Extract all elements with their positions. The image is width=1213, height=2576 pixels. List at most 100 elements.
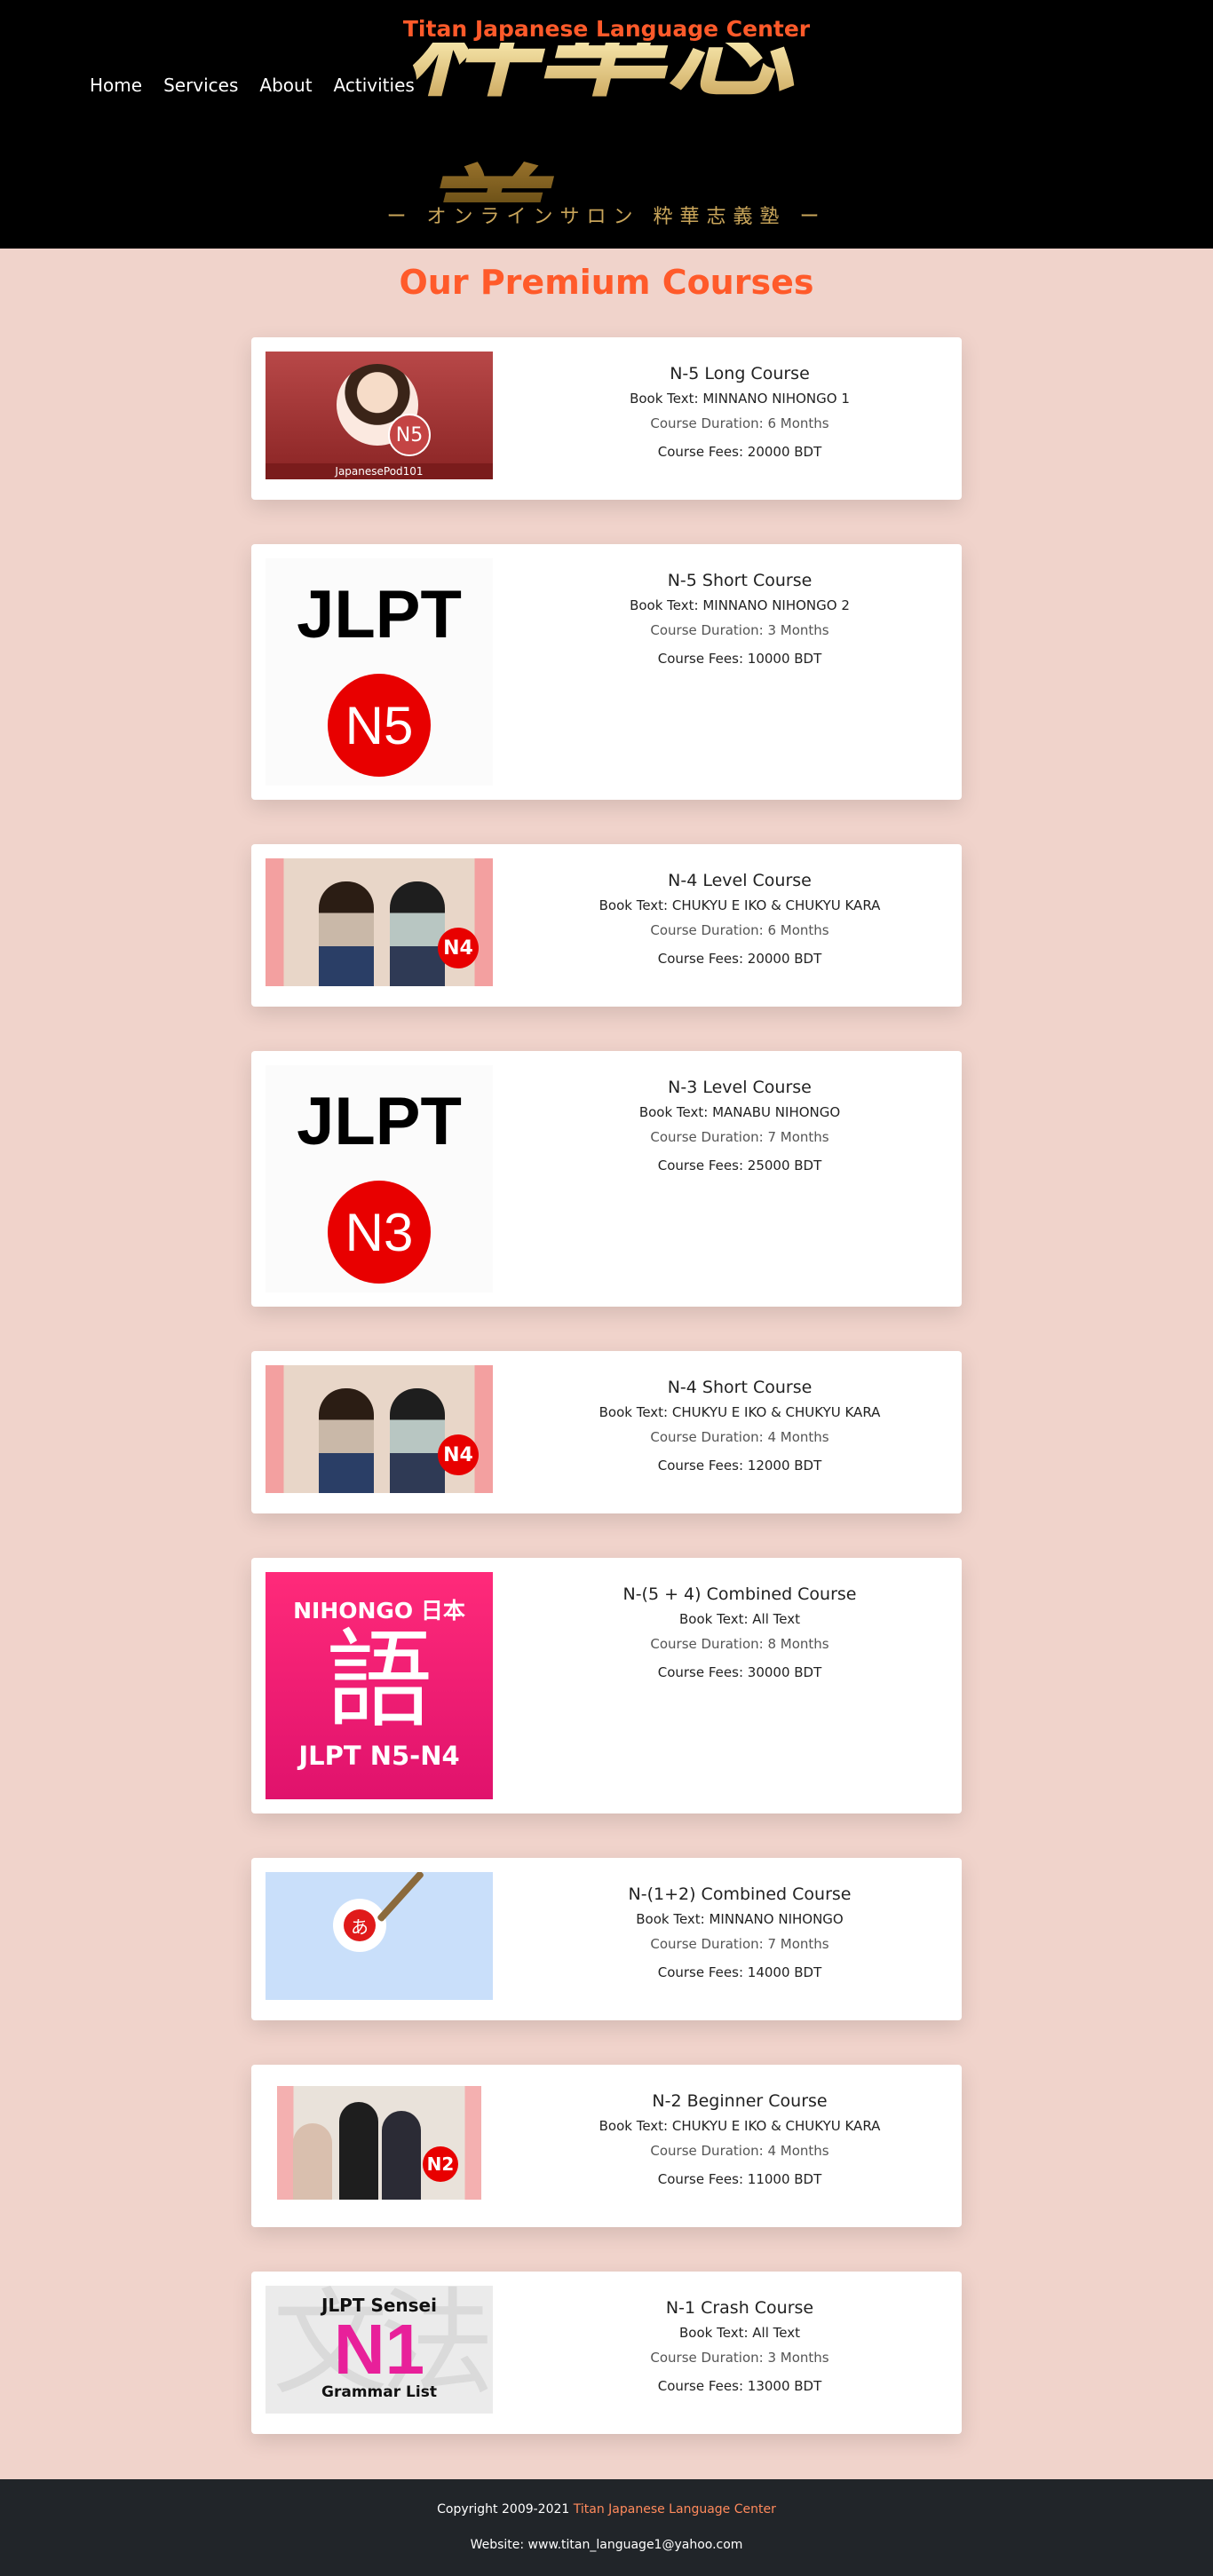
nav-about[interactable]: About [259,75,312,96]
course-list: N5 JapanesePod101 N-5 Long Course Book Text… [251,314,962,2434]
thumb-photo: N4 [266,1365,493,1493]
course-book: Book Text: CHUKYU E IKO & CHUKYU KARA [599,1404,881,1420]
hiragana-icon: あ [333,1899,386,1952]
course-book: Book Text: MANABU NIHONGO [638,1104,841,1120]
course-duration: Course Duration: 7 Months [650,1936,829,1952]
course-book: Book Text: MINNANO NIHONGO 1 [630,391,850,407]
person-figure [339,2102,378,2200]
course-title: N-1 Crash Course [665,2298,814,2318]
person-figure [319,1388,374,1493]
thumb-jlpt: JLPT N3 [266,1065,493,1292]
calligraphy-banner: 粋華志義 [407,43,877,202]
course-thumbnail: N5 JapanesePod101 [266,352,493,479]
thumb-photo: N4 [266,858,493,986]
course-info: N-2 Beginner Course Book Text: CHUKYU E I… [518,2091,962,2187]
course-thumbnail: N4 [266,1365,493,1493]
site-footer: Copyright 2009-2021 Titan Japanese Langu… [0,2479,1213,2576]
course-duration: Course Duration: 6 Months [650,415,829,431]
course-book: Book Text: CHUKYU E IKO & CHUKYU KARA [599,2118,881,2134]
course-title: N-4 Short Course [667,1378,813,1397]
course-book: Book Text: MINNANO NIHONGO [636,1911,844,1927]
person-figure [319,881,374,986]
thumb-jlpt-word: JLPT [297,577,462,652]
course-duration: Course Duration: 4 Months [650,1429,829,1445]
brush-icon [377,1872,425,1923]
thumb-text: JLPT N5-N4 [298,1741,460,1771]
course-book: Book Text: All Text [679,2325,800,2341]
level-badge: N4 [438,928,479,968]
course-info: N-4 Short Course Book Text: CHUKYU E IKO … [518,1378,962,1474]
course-fees: Course Fees: 11000 BDT [657,2171,822,2187]
course-thumbnail: NIHONGO 日本語 JLPT N5-N4 [266,1572,493,1799]
nav-home[interactable]: Home [90,75,142,96]
course-card[interactable]: N5 JapanesePod101 N-5 Long Course Book Text… [251,337,962,500]
course-card[interactable]: N2 N-2 Beginner Course Book Text: CHUKYU E… [251,2065,962,2227]
course-title: N-5 Short Course [667,571,813,590]
course-fees: Course Fees: 30000 BDT [657,1664,822,1680]
course-fees: Course Fees: 20000 BDT [657,444,822,460]
course-title: N-(1+2) Combined Course [628,1885,852,1904]
course-title: N-(5 + 4) Combined Course [622,1584,857,1604]
level-badge: N3 [328,1181,431,1284]
thumb-text: 語 [326,1619,432,1742]
thumb-brush: あ [266,1872,493,2000]
course-card[interactable]: 文法 JLPT Sensei N1 Grammar List N-1 Crash Cou… [251,2272,962,2434]
main-nav: Home Services About Activities [90,75,415,96]
course-fees: Course Fees: 25000 BDT [657,1158,822,1173]
thumb-jlpt-word: JLPT [297,1084,462,1159]
person-figure [390,1388,445,1493]
thumb-text: Grammar List [321,2383,437,2401]
course-info: N-3 Level Course Book Text: MANABU NIHONG… [518,1078,962,1173]
copyright-prefix: Copyright 2009-2021 [437,2502,570,2517]
course-card[interactable]: あ N-(1+2) Combined Course Book Text: MINNA… [251,1858,962,2020]
level-badge: N5 [388,414,431,456]
course-thumbnail: 文法 JLPT Sensei N1 Grammar List [266,2286,493,2414]
course-fees: Course Fees: 10000 BDT [657,651,822,667]
copyright-line: Copyright 2009-2021 Titan Japanese Langu… [0,2502,1213,2517]
calligraphy-text: 粋華志義 [407,0,797,308]
thumb-jlpt-sensei: 文法 JLPT Sensei N1 Grammar List [266,2286,493,2414]
level-badge: N5 [328,674,431,777]
course-fees: Course Fees: 20000 BDT [657,951,822,967]
level-badge: N4 [438,1434,479,1475]
person-figure [390,881,445,986]
copyright-link[interactable]: Titan Japanese Language Center [574,2502,776,2517]
thumb-nihongo: NIHONGO 日本語 JLPT N5-N4 [266,1572,493,1799]
course-info: N-1 Crash Course Book Text: All Text Cours… [518,2298,962,2394]
site-header: Titan Japanese Language Center Home Serv… [0,0,1213,249]
course-card[interactable]: JLPT N3 N-3 Level Course Book Text: MANABU … [251,1051,962,1307]
course-book: Book Text: CHUKYU E IKO & CHUKYU KARA [599,897,881,913]
course-title: N-5 Long Course [670,364,810,383]
course-duration: Course Duration: 4 Months [650,2143,829,2159]
course-thumbnail: N4 [266,858,493,986]
course-thumbnail: JLPT N5 [266,558,493,786]
course-title: N-2 Beginner Course [652,2091,828,2111]
course-card[interactable]: N4 N-4 Short Course Book Text: CHUKYU E IK… [251,1351,962,1513]
thumb-caption: JapanesePod101 [266,463,493,479]
course-duration: Course Duration: 3 Months [650,622,829,638]
course-book: Book Text: MINNANO NIHONGO 2 [630,597,850,613]
course-card[interactable]: NIHONGO 日本語 JLPT N5-N4 N-(5 + 4) Combined … [251,1558,962,1813]
course-info: N-4 Level Course Book Text: CHUKYU E IKO … [518,871,962,967]
course-thumbnail: JLPT N3 [266,1065,493,1292]
course-card[interactable]: JLPT N5 N-5 Short Course Book Text: MINNANO… [251,544,962,800]
course-title: N-3 Level Course [668,1078,812,1097]
course-card[interactable]: N4 N-4 Level Course Book Text: CHUKYU E IK… [251,844,962,1007]
course-duration: Course Duration: 7 Months [650,1129,829,1145]
course-thumbnail: あ [266,1872,493,2000]
course-book: Book Text: All Text [679,1611,800,1627]
person-figure [293,2123,332,2200]
course-fees: Course Fees: 14000 BDT [657,1964,822,1980]
course-thumbnail: N2 [266,2079,493,2207]
nav-services[interactable]: Services [163,75,238,96]
website-line: Website: www.titan_language1@yahoo.com [470,2538,743,2552]
course-info: N-(1+2) Combined Course Book Text: MINNAN… [518,1885,962,1980]
level-badge: N2 [423,2146,458,2182]
thumb-office: N2 [277,2086,481,2200]
course-duration: Course Duration: 6 Months [650,922,829,938]
course-info: N-5 Long Course Book Text: MINNANO NIHONG… [518,364,962,460]
thumb-jlpt: JLPT N5 [266,558,493,786]
course-info: N-5 Short Course Book Text: MINNANO NIHON… [518,571,962,667]
course-duration: Course Duration: 3 Months [650,2350,829,2366]
nav-activities[interactable]: Activities [334,75,415,96]
